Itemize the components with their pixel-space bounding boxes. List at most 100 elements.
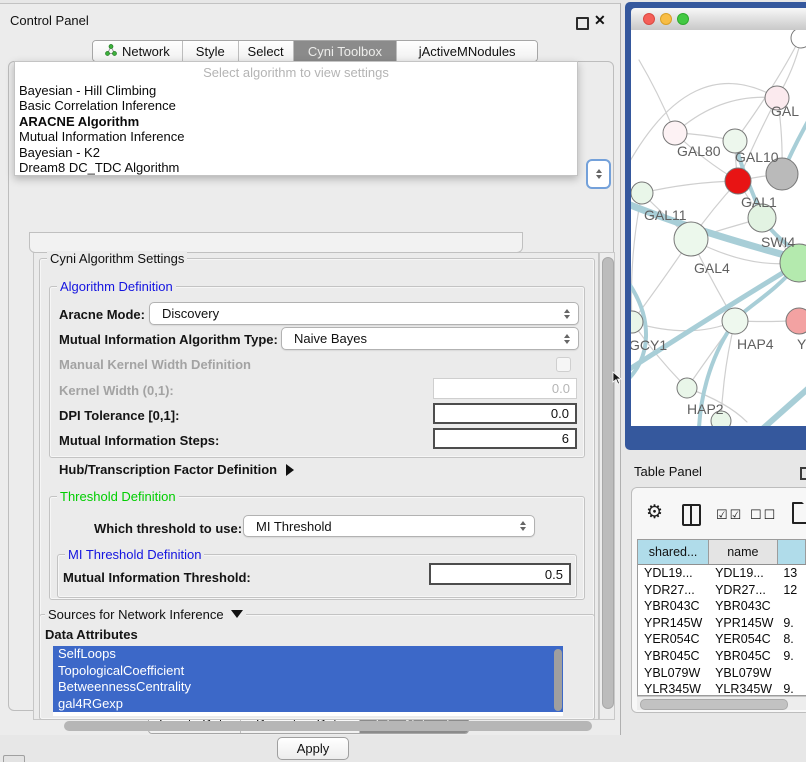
network-node-label: HAP4	[737, 336, 774, 352]
network-node[interactable]	[722, 308, 748, 334]
table-row[interactable]: YLR345WYLR345W9.	[638, 681, 806, 696]
table-cell[interactable]: YBL079W	[709, 665, 777, 682]
table-row[interactable]: YDR27...YDR27...12	[638, 582, 806, 599]
network-edge-highlight	[759, 386, 806, 426]
network-node[interactable]	[663, 121, 687, 145]
table-column-header[interactable]	[778, 540, 806, 564]
attribute-item[interactable]: BetweennessCentrality	[53, 679, 563, 696]
table-cell[interactable]: YBR043C	[709, 598, 777, 615]
table-row[interactable]: YBR045CYBR045C9.	[638, 648, 806, 665]
close-icon[interactable]: ✕	[594, 12, 606, 29]
mi-steps-field[interactable]: 6	[433, 428, 577, 449]
network-node[interactable]	[791, 30, 806, 48]
table-horizontal-scrollbar[interactable]	[637, 696, 806, 710]
table-cell[interactable]: YBR045C	[638, 648, 709, 665]
network-node-label: HAP2	[687, 401, 724, 417]
table-cell[interactable]: YER054C	[709, 631, 777, 648]
table-cell[interactable]: YBR043C	[638, 598, 709, 615]
table-panel-float-icon[interactable]	[800, 467, 806, 480]
minimized-panel-button[interactable]	[3, 755, 25, 762]
table-cell[interactable]: YDR27...	[638, 582, 709, 599]
sources-group-toggle[interactable]: Sources for Network Inference	[45, 607, 246, 622]
table-scrollbar-thumb[interactable]	[640, 699, 788, 710]
deselect-all-icon[interactable]: ☐☐	[750, 507, 777, 523]
algorithm-dropdown-placeholder: Select algorithm to view settings	[15, 62, 577, 83]
algorithm-option[interactable]: Dream8 DC_TDC Algorithm	[15, 160, 577, 175]
attribute-item[interactable]: SelfLoops	[53, 646, 563, 663]
table-cell[interactable]: YDR27...	[709, 582, 777, 599]
zoom-traffic-light-icon[interactable]	[677, 13, 689, 25]
network-node[interactable]	[677, 378, 697, 398]
kernel-width-field[interactable]: 0.0	[433, 378, 577, 399]
vertical-scrollbar-thumb[interactable]	[602, 257, 614, 709]
network-node[interactable]	[786, 308, 806, 334]
table-cell[interactable]: 12	[777, 582, 806, 599]
apply-button[interactable]: Apply	[277, 737, 349, 760]
table-row[interactable]: YDL19...YDL19...13	[638, 565, 806, 582]
mi-threshold-field[interactable]: 0.5	[429, 563, 571, 585]
data-attributes-list: SelfLoopsTopologicalCoefficientBetweenne…	[53, 646, 563, 716]
table-cell[interactable]: 9.	[777, 615, 806, 632]
table-cell[interactable]	[777, 598, 806, 615]
dpi-tolerance-field[interactable]: 0.0	[433, 403, 577, 424]
close-traffic-light-icon[interactable]	[643, 13, 655, 25]
network-node[interactable]	[631, 311, 643, 333]
algorithm-option[interactable]: Bayesian - K2	[15, 145, 577, 160]
combo-arrows-icon	[564, 309, 570, 319]
table-cell[interactable]: YDL19...	[638, 565, 709, 582]
screen: Control Panel ✕ NetworkStyleSelectCyni T…	[0, 0, 806, 762]
network-graph: GALGAL80GAL10GAL1GAL11SWI4GAL4GCY1HAP4YH…	[631, 30, 806, 426]
float-icon[interactable]	[576, 17, 589, 30]
tab-jactivemnodules[interactable]: jActiveMNodules	[397, 41, 537, 61]
table-cell[interactable]: 13	[777, 565, 806, 582]
hub-definition-toggle[interactable]: Hub/Transcription Factor Definition	[59, 462, 294, 477]
table-column-header[interactable]: shared...	[638, 540, 709, 564]
manual-kernel-checkbox[interactable]	[556, 357, 571, 372]
table-cell[interactable]: 9.	[777, 681, 806, 696]
table-cell[interactable]: 8.	[777, 631, 806, 648]
table-row[interactable]: YBR043CYBR043C	[638, 598, 806, 615]
attribute-item[interactable]: gal4RGexp	[53, 696, 563, 713]
table-cell[interactable]: YPR145W	[638, 615, 709, 632]
algorithm-option[interactable]: Mutual Information Inference	[15, 129, 577, 144]
horizontal-scrollbar-thumb[interactable]	[64, 721, 592, 731]
table-column-header[interactable]: name	[709, 540, 777, 564]
table-row[interactable]: YPR145WYPR145W9.	[638, 615, 806, 632]
table-row[interactable]: YBL079WYBL079W	[638, 665, 806, 682]
vertical-scrollbar[interactable]	[599, 252, 615, 720]
table-cell[interactable]: YBR045C	[709, 648, 777, 665]
columns-icon[interactable]	[682, 504, 701, 526]
table-cell[interactable]: 9.	[777, 648, 806, 665]
minimize-traffic-light-icon[interactable]	[660, 13, 672, 25]
table-cell[interactable]: YBL079W	[638, 665, 709, 682]
table-cell[interactable]: YDL19...	[709, 565, 777, 582]
attributes-scrollbar-thumb[interactable]	[554, 649, 562, 711]
gear-icon[interactable]: ⚙	[646, 501, 663, 524]
network-node[interactable]	[631, 182, 653, 204]
file-icon[interactable]	[792, 502, 806, 524]
algorithm-option[interactable]: Bayesian - Hill Climbing	[15, 83, 577, 98]
tab-cyni-toolbox[interactable]: Cyni Toolbox	[294, 41, 398, 61]
algorithm-option[interactable]: Basic Correlation Inference	[15, 98, 577, 113]
algorithm-option[interactable]: ARACNE Algorithm	[15, 114, 577, 129]
select-all-icon[interactable]: ☑☑	[716, 507, 743, 523]
network-node[interactable]	[674, 222, 708, 256]
aracne-mode-select[interactable]: Discovery	[149, 302, 579, 325]
table-cell[interactable]: YER054C	[638, 631, 709, 648]
network-canvas[interactable]: GALGAL80GAL10GAL1GAL11SWI4GAL4GCY1HAP4YH…	[631, 30, 806, 426]
attribute-item[interactable]: TopologicalCoefficient	[53, 663, 563, 680]
mi-type-select[interactable]: Naive Bayes	[281, 327, 579, 350]
network-window-titlebar[interactable]	[631, 8, 806, 31]
tab-style[interactable]: Style	[183, 41, 239, 61]
table-cell[interactable]: YLR345W	[638, 681, 709, 696]
focused-combobox-fragment[interactable]	[586, 159, 611, 189]
table-cell[interactable]: YPR145W	[709, 615, 777, 632]
network-node-label: Y	[797, 336, 806, 352]
table-row[interactable]: YER054CYER054C8.	[638, 631, 806, 648]
tab-network[interactable]: Network	[93, 41, 183, 61]
which-threshold-select[interactable]: MI Threshold	[243, 515, 535, 537]
table-cell[interactable]: YLR345W	[709, 681, 777, 696]
tab-select[interactable]: Select	[239, 41, 294, 61]
network-node[interactable]	[725, 168, 751, 194]
table-cell[interactable]	[777, 665, 806, 682]
